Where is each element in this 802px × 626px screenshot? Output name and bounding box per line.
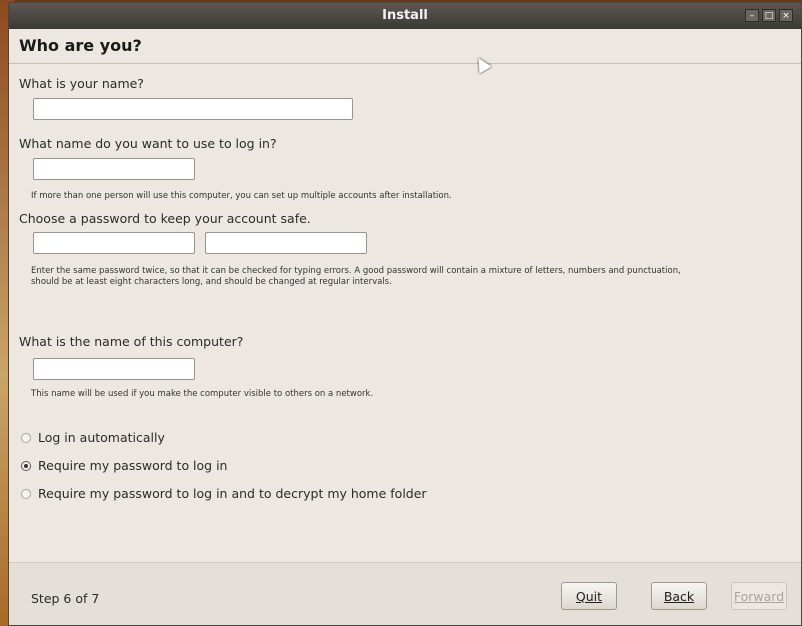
password-note: Enter the same password twice, so that i…: [31, 266, 681, 287]
radio-require-password[interactable]: Require my password to log in: [21, 458, 227, 473]
radio-button-selected-icon[interactable]: [21, 460, 31, 471]
page-header: Who are you?: [9, 29, 801, 64]
login-question: What name do you want to use to log in?: [19, 136, 277, 151]
radio-button-icon[interactable]: [21, 432, 31, 443]
forward-button[interactable]: Forward: [731, 582, 787, 610]
password-question: Choose a password to keep your account s…: [19, 211, 311, 226]
password-field[interactable]: [33, 232, 195, 254]
install-window: Install – □ × Who are you? What is your …: [8, 2, 802, 626]
computer-name-question: What is the name of this computer?: [19, 334, 244, 349]
close-icon[interactable]: ×: [779, 9, 793, 22]
name-field[interactable]: [33, 98, 353, 120]
radio-label: Require my password to log in and to dec…: [38, 486, 427, 501]
radio-require-password-encrypt[interactable]: Require my password to log in and to dec…: [21, 486, 427, 501]
minimize-icon[interactable]: –: [745, 9, 759, 22]
quit-button[interactable]: Quit: [561, 582, 617, 610]
back-button[interactable]: Back: [651, 582, 707, 610]
username-field[interactable]: [33, 158, 195, 180]
radio-label: Require my password to log in: [38, 458, 228, 473]
footer-bar: Step 6 of 7 Quit Back Forward: [9, 562, 801, 625]
radio-login-automatically[interactable]: Log in automatically: [21, 430, 165, 445]
step-indicator: Step 6 of 7: [31, 591, 100, 606]
radio-label: Log in automatically: [38, 430, 165, 445]
window-title: Install: [382, 8, 428, 23]
radio-button-icon[interactable]: [21, 488, 31, 499]
computer-name-note: This name will be used if you make the c…: [31, 389, 374, 399]
form-content: What is your name? What name do you want…: [9, 64, 801, 574]
login-note: If more than one person will use this co…: [31, 191, 452, 201]
computer-name-field[interactable]: [33, 358, 195, 380]
maximize-icon[interactable]: □: [762, 9, 776, 22]
name-question: What is your name?: [19, 76, 144, 91]
window-controls: – □ ×: [745, 9, 793, 22]
password-confirm-field[interactable]: [205, 232, 367, 254]
titlebar[interactable]: Install – □ ×: [9, 3, 801, 29]
page-title: Who are you?: [19, 36, 142, 55]
